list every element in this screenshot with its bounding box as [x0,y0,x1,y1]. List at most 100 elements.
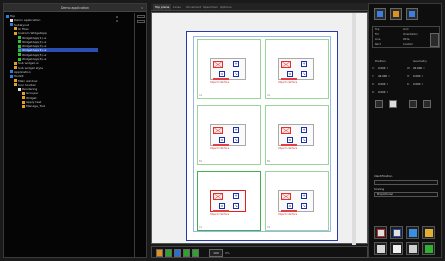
tab-lines[interactable]: Lines [171,4,183,10]
plus-icon[interactable]: + [233,127,239,133]
h-value: 0.000 [413,75,421,78]
align-icon[interactable] [156,249,163,257]
y-value: 44.000 [378,75,388,78]
tool-button-7[interactable] [406,242,419,255]
tree-scrollbar[interactable] [134,13,146,258]
resize-icon[interactable]: ↘ [301,137,307,143]
align-left-button[interactable] [409,100,417,108]
resize-icon[interactable]: ↘ [301,71,307,77]
z-spinbox[interactable]: Z: 0.000 ⇕ [372,82,388,87]
layout-cell[interactable]: + ▫ ↘ Object interface A2 [265,39,329,99]
node-type-icon [22,100,25,104]
draw-mode-button[interactable] [390,8,402,20]
scroll-down-button[interactable] [137,20,145,23]
layout-cell[interactable]: + ▫ ↘ Object interface C1 [197,171,261,231]
scaling-select[interactable]: Proportional [374,192,438,197]
flip-button[interactable] [389,100,397,108]
cell-tag: A2 [267,94,271,97]
rotation-value: 0.000 [378,91,386,94]
square-icon[interactable]: ▫ [287,203,293,209]
widget-box[interactable]: + ▫ ↘ [278,58,314,80]
spin-arrows-icon[interactable]: ⇕ [423,67,425,70]
property-value[interactable]: Custom [403,43,413,47]
design-canvas[interactable]: + ▫ ↘ Object interface A1 + ▫ ↘ Object interface… [151,12,368,245]
resize-icon[interactable]: ↘ [233,71,239,77]
snap-icon[interactable] [174,249,181,257]
tool-button-3[interactable] [406,226,419,239]
grid-icon[interactable] [165,249,172,257]
r-spinbox[interactable]: R: 0.000 ⇕ [407,82,423,87]
select-mode-button[interactable] [374,8,386,20]
plus-icon[interactable]: + [233,61,239,67]
tab-top-plane[interactable]: Top plane [153,4,172,10]
spin-arrows-icon[interactable]: ⇕ [386,91,388,94]
square-icon[interactable]: ▫ [287,137,293,143]
guides-icon[interactable] [183,249,190,257]
property-list: Top Grid Fill Orientation Line Wide Rect… [372,26,440,48]
resize-icon[interactable]: ↘ [233,137,239,143]
close-icon[interactable]: x [141,4,143,12]
rotation-spinbox[interactable]: R: 0.000 ⇕ [372,90,388,95]
property-name: Rect [375,43,381,46]
tool-button-5[interactable] [374,242,387,255]
tab-specimen[interactable]: Specimen [201,4,220,10]
widget-caption-underline [213,144,229,146]
edit-mode-button[interactable] [406,8,418,20]
node-type-icon [18,57,21,61]
plus-icon[interactable]: + [301,193,307,199]
y-spinbox[interactable]: Y: 44.000 ⇕ [372,74,390,79]
lock-ratio-button[interactable] [375,100,383,108]
square-icon[interactable]: ▫ [219,71,225,77]
plus-icon[interactable]: + [233,193,239,199]
tool-button-4[interactable] [422,226,435,239]
spin-arrows-icon[interactable]: ⇕ [388,75,390,78]
property-value[interactable]: Orientation [403,33,418,37]
spin-arrows-icon[interactable]: ⇕ [421,75,423,78]
layout-cell[interactable]: + ▫ ↘ Object interface C2 [265,171,329,231]
spin-arrows-icon[interactable]: ⇕ [386,67,388,70]
panel-title-bar: Demo application x [4,4,146,12]
square-icon[interactable]: ▫ [219,137,225,143]
layout-cell[interactable]: + ▫ ↘ Object interface A1 [197,39,261,99]
node-type-icon [6,14,9,18]
layers-icon[interactable] [192,249,199,257]
widget-box[interactable]: + ▫ ↘ [278,124,314,146]
widget-box[interactable]: + ▫ ↘ [210,124,246,146]
w-spinbox[interactable]: W: 20.000 ⇕ [407,66,425,71]
spin-arrows-icon[interactable]: ⇕ [386,83,388,86]
zoom-input[interactable]: 100 [209,249,223,257]
tool-button-1[interactable] [374,226,387,239]
canvas-vertical-scrollbar[interactable] [352,13,356,245]
node-type-icon [22,96,25,100]
widget-box[interactable]: + ▫ ↘ [210,190,246,212]
x-spinbox[interactable]: X: 0.000 ⇕ [372,66,388,71]
align-right-button[interactable] [423,100,431,108]
square-icon[interactable]: ▫ [219,203,225,209]
resize-icon[interactable]: ↘ [301,203,307,209]
node-type-icon [18,48,21,52]
widget-caption-underline [281,144,297,146]
node-type-icon [14,61,17,65]
name-field[interactable] [374,180,438,185]
property-action-button[interactable] [430,33,439,47]
scroll-up-button[interactable] [137,15,145,18]
layout-cell[interactable]: + ▫ ↘ Object interface B1 [197,105,261,165]
layout-cell[interactable]: + ▫ ↘ Object interface B2 [265,105,329,165]
tool-button-6[interactable] [390,242,403,255]
h-spinbox[interactable]: H: 0.000 ⇕ [407,74,423,79]
plus-icon[interactable]: + [301,61,307,67]
property-value[interactable]: Grid [403,28,408,32]
property-name: Line [375,38,381,41]
tree-node[interactable]: Manage_Tool [22,104,45,108]
widget-box[interactable]: + ▫ ↘ [210,58,246,80]
widget-box[interactable]: + ▫ ↘ [278,190,314,212]
tab-options[interactable]: Options [218,4,234,10]
tool-button-2[interactable] [390,226,403,239]
tool-button-8[interactable] [422,242,435,255]
resize-icon[interactable]: ↘ [233,203,239,209]
spin-arrows-icon[interactable]: ⇕ [421,83,423,86]
node-type-icon [18,44,21,48]
property-value[interactable]: Wide [403,38,409,42]
plus-icon[interactable]: + [301,127,307,133]
square-icon[interactable]: ▫ [287,71,293,77]
